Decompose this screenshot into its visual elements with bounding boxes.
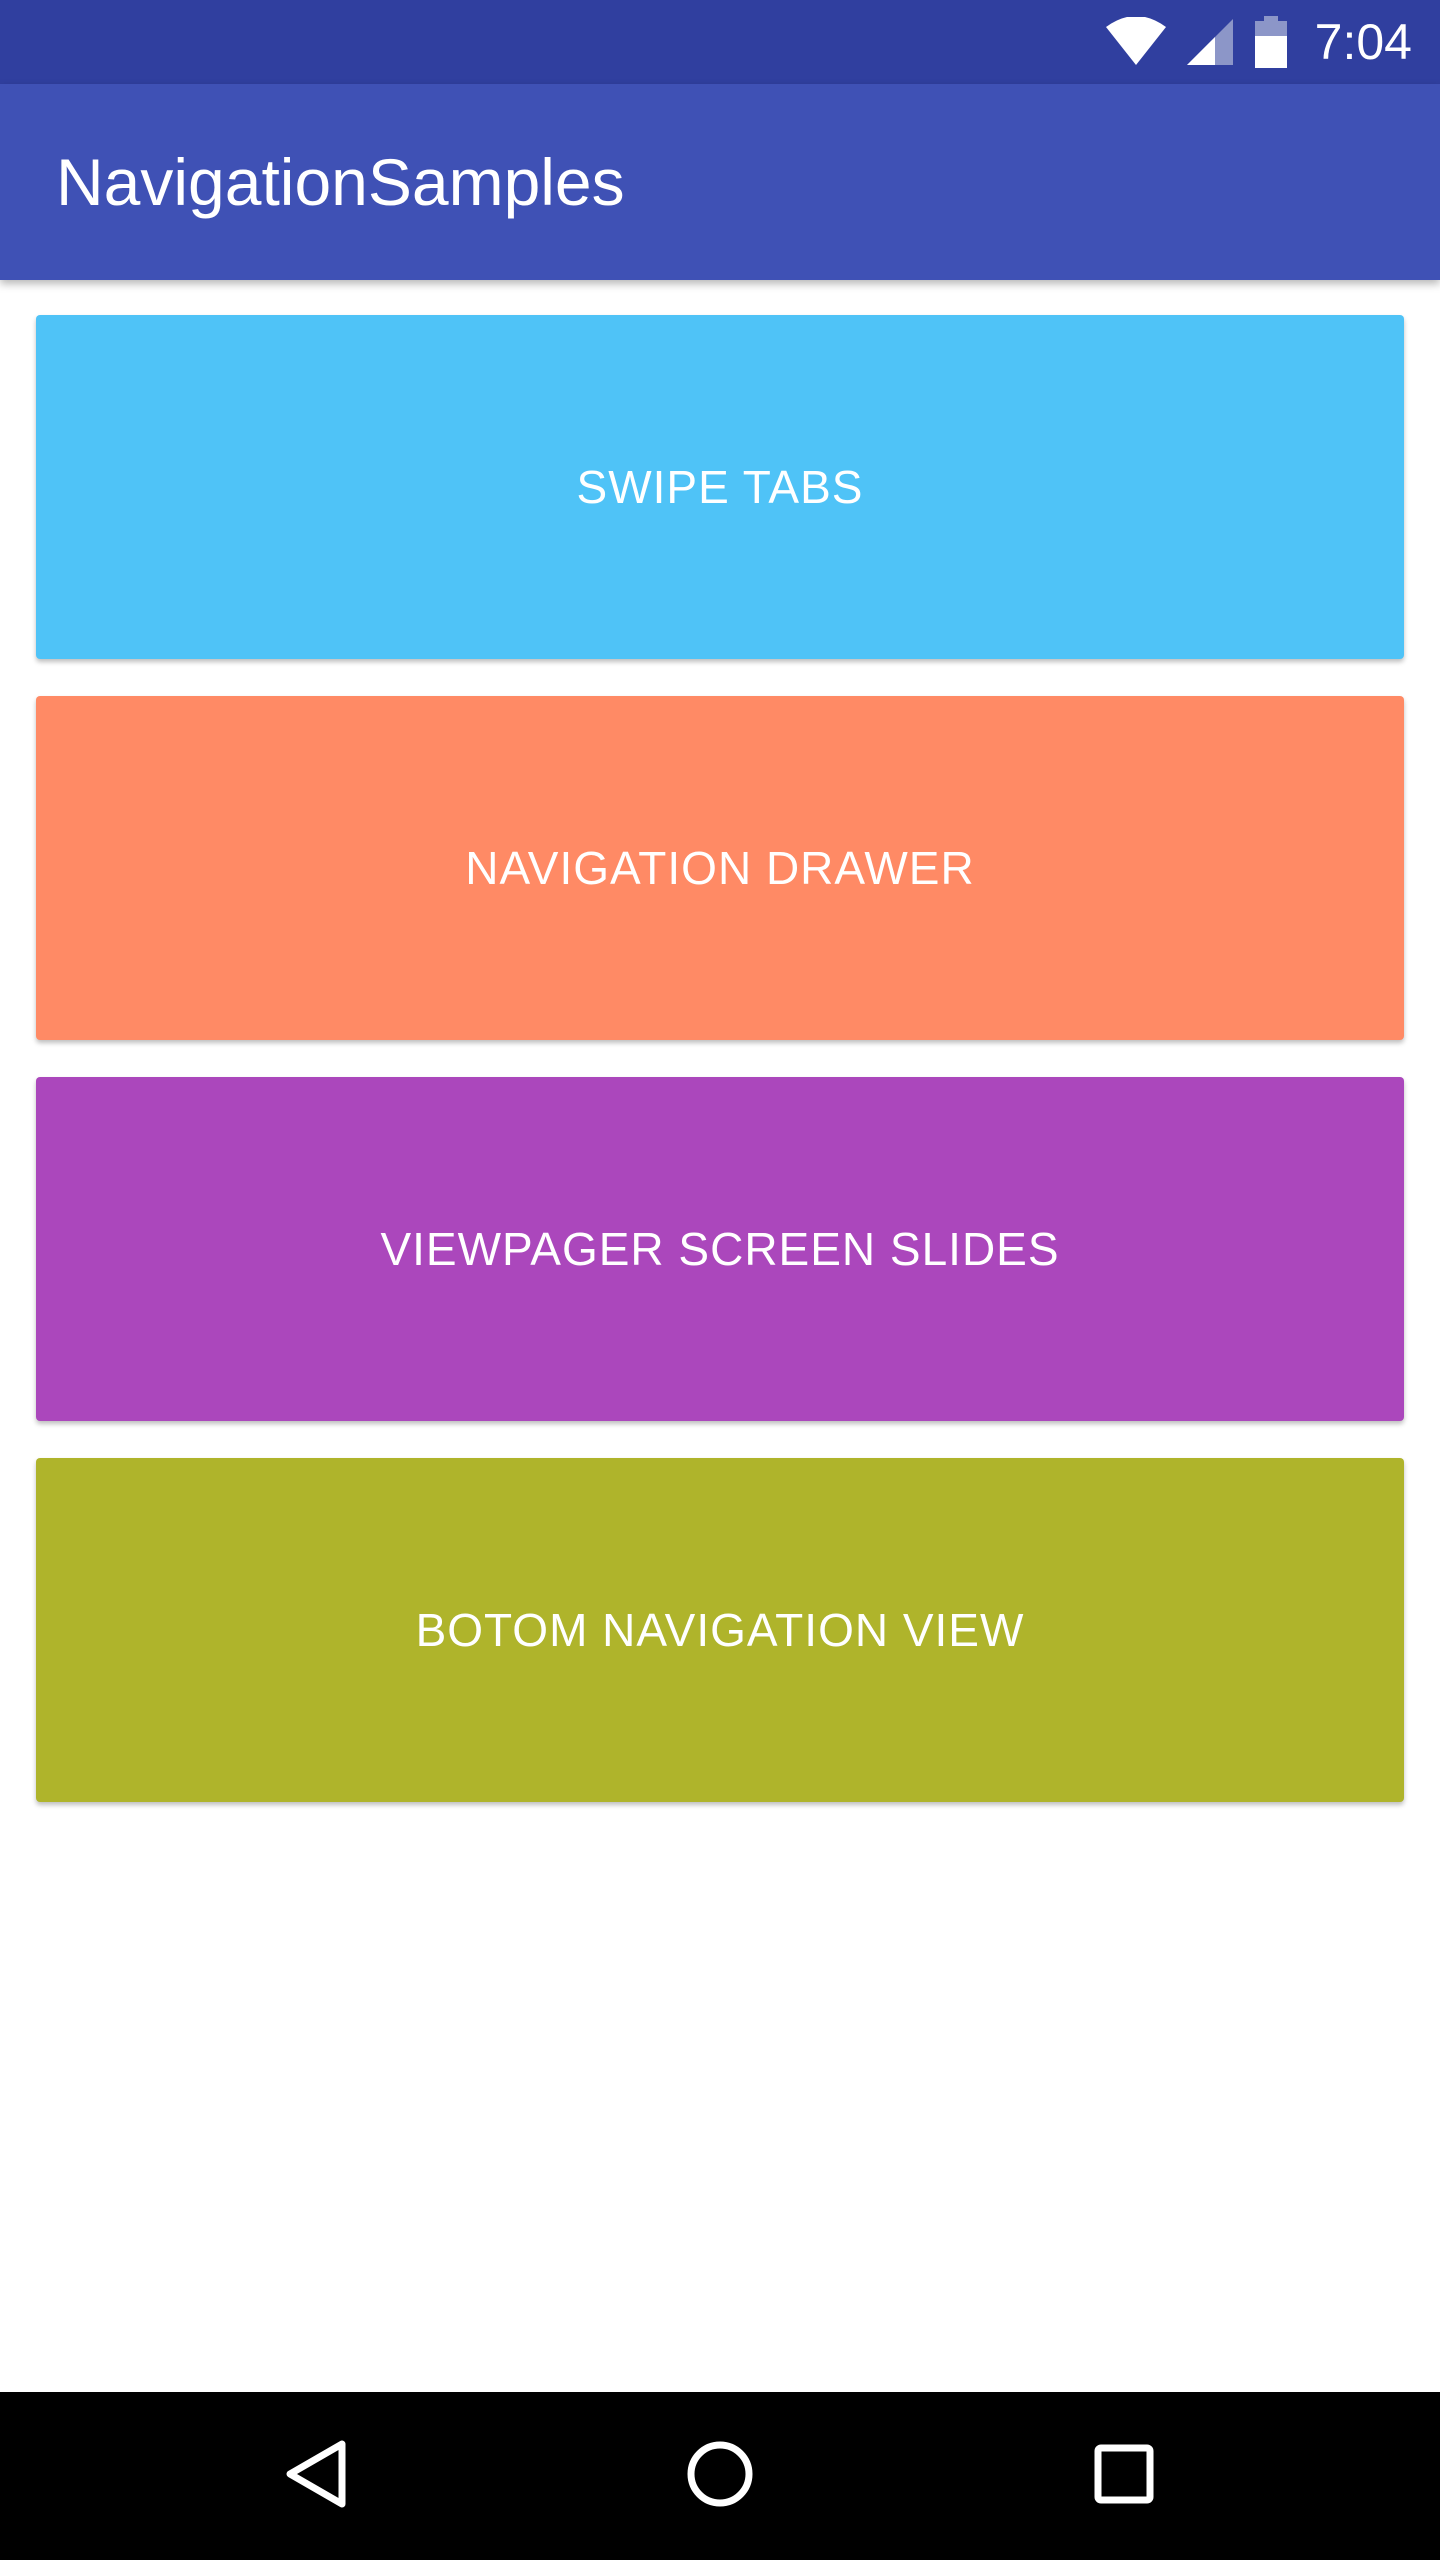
home-button[interactable] (636, 2392, 804, 2560)
bottom-navigation-view-button[interactable]: BOTOM NAVIGATION VIEW (36, 1458, 1404, 1802)
app-title: NavigationSamples (56, 145, 625, 219)
bottom-navigation-view-label: BOTOM NAVIGATION VIEW (415, 1604, 1025, 1656)
viewpager-screen-slides-button[interactable]: VIEWPAGER SCREEN SLIDES (36, 1077, 1404, 1421)
cell-signal-icon (1185, 17, 1235, 67)
recents-button[interactable] (1040, 2392, 1208, 2560)
back-button[interactable] (232, 2392, 400, 2560)
wifi-icon (1105, 17, 1167, 67)
status-bar: 7:04 (0, 0, 1440, 84)
screen: 7:04 NavigationSamples SWIPE TABS NAVIGA… (0, 0, 1440, 2560)
app-bar: NavigationSamples (0, 84, 1440, 280)
navigation-drawer-label: NAVIGATION DRAWER (465, 842, 975, 894)
status-icons: 7:04 (1105, 0, 1412, 84)
navigation-drawer-button[interactable]: NAVIGATION DRAWER (36, 696, 1404, 1040)
battery-icon (1253, 16, 1289, 68)
status-time: 7:04 (1314, 14, 1412, 70)
back-icon (284, 2438, 348, 2515)
swipe-tabs-label: SWIPE TABS (576, 461, 864, 513)
home-icon (686, 2440, 754, 2513)
viewpager-screen-slides-label: VIEWPAGER SCREEN SLIDES (380, 1223, 1060, 1275)
swipe-tabs-button[interactable]: SWIPE TABS (36, 315, 1404, 659)
recents-icon (1094, 2444, 1154, 2509)
system-navigation-bar (0, 2392, 1440, 2560)
